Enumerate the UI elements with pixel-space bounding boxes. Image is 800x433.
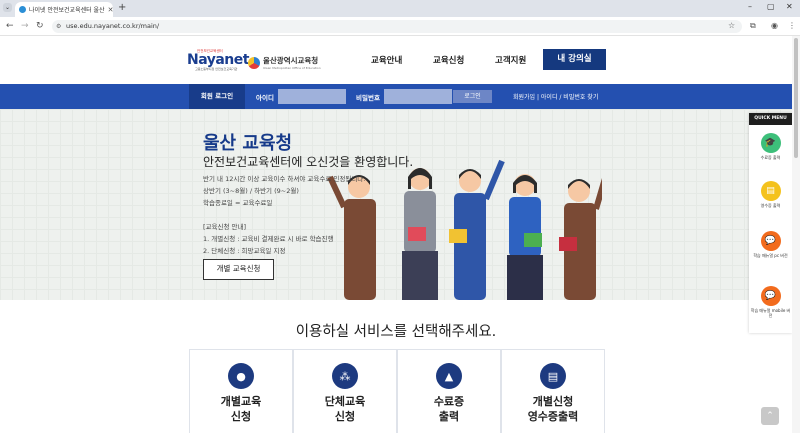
quick-menu: QUICK MENU 🎓 수료증 출력 ▤ 영수증 출력 💬 학습 매뉴얼 pc… (749, 113, 792, 333)
forward-icon[interactable]: → (21, 21, 29, 31)
quick-item-label: 영수증 출력 (760, 203, 781, 208)
hero-notice-line: 반기 내 12시간 이상 교육이수 하셔야 교육수료 인정됩니다. (203, 175, 366, 183)
service-certificate-print[interactable]: ▲ 수료증 출력 (397, 349, 501, 433)
new-tab-button[interactable]: + (118, 2, 126, 13)
hero-notice-heading: [교육신청 안내] (203, 223, 247, 231)
service-group-apply[interactable]: ⁂ 단체교육 신청 (293, 349, 397, 433)
quick-certificate-print[interactable]: 🎓 수료증 출력 (749, 133, 792, 160)
close-window-icon[interactable]: ✕ (786, 2, 793, 11)
password-label: 비밀번호 (356, 94, 380, 102)
person-icon: ● (228, 363, 254, 389)
graduation-cap-icon: ▲ (436, 363, 462, 389)
minimize-icon[interactable]: – (748, 2, 752, 11)
hero-banner (0, 109, 792, 300)
hero-notice-line: 학습종료일 = 교육수료일 (203, 199, 273, 207)
nav-edu-apply[interactable]: 교육신청 (433, 54, 464, 66)
hero-notice-line: 1. 개별신청 : 교육비 결제완료 시 바로 학습진행 (203, 235, 334, 243)
site-favicon-icon (19, 6, 26, 13)
service-label: 개별교육 신청 (220, 395, 262, 423)
login-button[interactable]: 로그인 (453, 90, 492, 103)
browser-menu-icon[interactable]: ⋮ (788, 21, 796, 30)
graduation-cap-icon: 🎓 (760, 133, 781, 153)
browser-tab-bar: ⌄ 나이넷 안전보건교육센터 울산 ✕ + – ▢ ✕ (0, 0, 800, 17)
service-label: 수료증 출력 (433, 395, 465, 423)
nav-my-classroom[interactable]: 내 강의실 (543, 49, 606, 70)
login-bar: 회원 로그인 아이디 비밀번호 로그인 회원가입 | 아이디 / 비밀번호 찾기 (0, 84, 792, 109)
id-label: 아이디 (256, 94, 274, 102)
login-title: 회원 로그인 (189, 84, 245, 109)
url-text: use.edu.nayanet.co.kr/main/ (66, 22, 160, 30)
logo-caption: 고용노동부지정 안전보건교육기관 (195, 67, 238, 71)
id-input[interactable] (278, 89, 346, 104)
quick-item-label: 학습 매뉴얼 pc 버전 (753, 253, 788, 258)
nayanet-logo[interactable]: 안전보건교육센터 Nayanet 고용노동부지정 안전보건교육기관 (187, 49, 249, 74)
quick-manual-pc[interactable]: 💬 학습 매뉴얼 pc 버전 (749, 231, 792, 258)
scroll-to-top-button[interactable]: ⌃ (761, 407, 779, 425)
hero-notice-line: 2. 단체신청 : 희망교육일 지정 (203, 247, 286, 255)
maximize-icon[interactable]: ▢ (767, 2, 775, 11)
service-individual-apply[interactable]: ● 개별교육 신청 (189, 349, 293, 433)
group-icon: ⁂ (332, 363, 358, 389)
individual-apply-button[interactable]: 개별 교육신청 (203, 259, 274, 280)
nav-support[interactable]: 고객지원 (495, 54, 526, 66)
receipt-icon: ▤ (760, 181, 781, 201)
url-input[interactable]: ⚙ use.edu.nayanet.co.kr/main/ (52, 20, 742, 33)
tab-search-button[interactable]: ⌄ (3, 3, 12, 12)
site-info-icon[interactable]: ⚙ (56, 20, 61, 33)
reload-icon[interactable]: ↻ (36, 21, 44, 31)
signup-find-links[interactable]: 회원가입 | 아이디 / 비밀번호 찾기 (513, 92, 598, 101)
quick-manual-mobile[interactable]: 💬 학습 매뉴얼 mobile 버전 (749, 286, 792, 318)
hero-notice-line: 상반기 (3~8월) / 하반기 (9~2월) (203, 187, 299, 195)
bookmark-star-icon[interactable]: ☆ (728, 21, 735, 30)
browser-tab[interactable]: 나이넷 안전보건교육센터 울산 ✕ (15, 2, 113, 17)
hero-subtitle: 안전보건교육센터에 오신것을 환영합니다. (203, 155, 414, 169)
services-title: 이용하실 서비스를 선택해주세요. (295, 324, 497, 340)
ulsan-education-logo[interactable]: 울산광역시교육청 Ulsan Metropolitan Office of Edu… (248, 55, 321, 70)
chat-bubble-icon: 💬 (760, 286, 781, 306)
profile-icon[interactable]: ◉ (771, 21, 778, 30)
tab-title: 나이넷 안전보건교육센터 울산 (29, 7, 105, 14)
nav-edu-info[interactable]: 교육안내 (371, 54, 402, 66)
service-label: 개별신청 영수증출력 (527, 395, 579, 423)
hero-title: 울산 교육청 (203, 133, 293, 154)
service-label: 단체교육 신청 (324, 395, 366, 423)
password-input[interactable] (384, 89, 452, 104)
logo-text: Nayanet (187, 52, 249, 68)
chat-bubble-icon: 💬 (760, 231, 781, 251)
quick-item-label: 학습 매뉴얼 mobile 버전 (750, 308, 791, 318)
close-tab-icon[interactable]: ✕ (108, 6, 113, 14)
scrollbar-thumb[interactable] (794, 38, 798, 158)
ulsan-emblem-icon (248, 56, 260, 69)
receipt-icon: ▤ (540, 363, 566, 389)
quick-receipt-print[interactable]: ▤ 영수증 출력 (749, 181, 792, 208)
page-scrollbar[interactable] (792, 36, 800, 433)
quick-menu-title: QUICK MENU (749, 113, 792, 125)
partner-title: 울산광역시교육청 (263, 56, 319, 65)
address-bar-row: ← → ↻ ⚙ use.edu.nayanet.co.kr/main/ ☆ ⧉ … (0, 17, 800, 36)
partner-subtitle: Ulsan Metropolitan Office of Education (263, 66, 321, 70)
quick-item-label: 수료증 출력 (760, 155, 781, 160)
extensions-icon[interactable]: ⧉ (750, 21, 756, 31)
back-icon[interactable]: ← (6, 21, 14, 31)
service-receipt-print[interactable]: ▤ 개별신청 영수증출력 (501, 349, 605, 433)
